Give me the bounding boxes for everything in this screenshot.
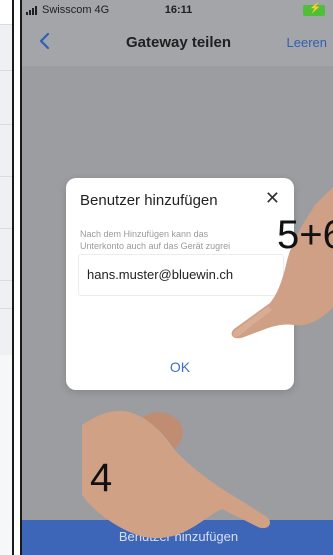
left-divider bbox=[0, 228, 12, 229]
left-divider bbox=[0, 176, 12, 177]
nav-bar: Gateway teilen Leeren bbox=[22, 22, 333, 66]
ok-button[interactable]: OK bbox=[66, 359, 294, 375]
left-divider bbox=[0, 124, 12, 125]
step-annotation-bottom: 4 bbox=[90, 456, 113, 500]
clear-button[interactable]: Leeren bbox=[287, 35, 327, 50]
left-divider bbox=[0, 308, 12, 309]
clock: 16:11 bbox=[164, 4, 193, 16]
left-phone-top bbox=[0, 0, 12, 24]
status-bar: Swisscom 4G 16:11 bbox=[22, 0, 333, 22]
battery-icon bbox=[303, 3, 325, 16]
phone-screen: Swisscom 4G 16:11 Gateway teilen Leeren … bbox=[20, 0, 333, 555]
left-phone-edge bbox=[0, 0, 14, 555]
step-annotation-top: 5+6 bbox=[277, 213, 333, 257]
pointing-hand-image bbox=[231, 187, 333, 339]
left-divider bbox=[0, 280, 12, 281]
left-divider bbox=[0, 24, 12, 25]
left-divider bbox=[0, 70, 12, 71]
left-phone-bottom bbox=[0, 355, 12, 555]
dialog-title: Benutzer hinzufügen bbox=[80, 192, 218, 209]
